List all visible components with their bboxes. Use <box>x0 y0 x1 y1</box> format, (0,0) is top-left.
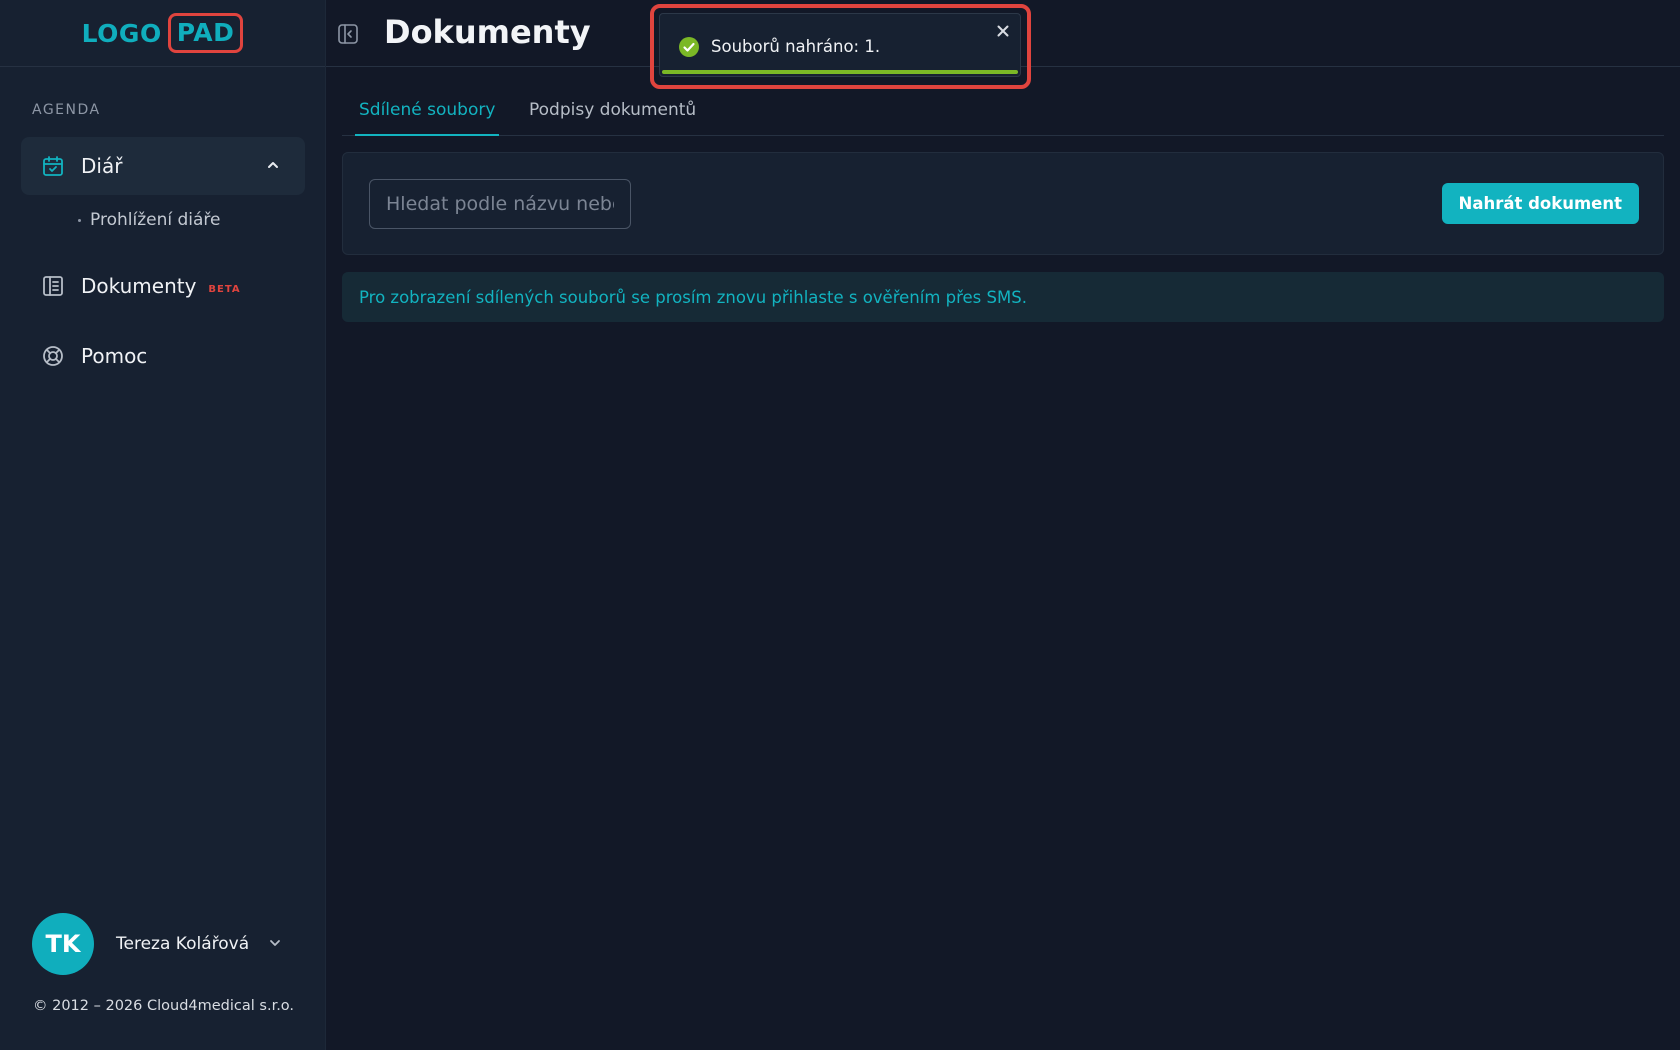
toast-notification: Souborů nahráno: 1. <box>659 13 1021 77</box>
sidebar-item-label: Pomoc <box>81 344 148 368</box>
search-card: Nahrát dokument <box>342 152 1664 255</box>
logo[interactable]: LOGO PAD <box>82 13 244 53</box>
sidebar: LOGO PAD AGENDA Diář Prohlížení diáře Do… <box>0 0 326 1050</box>
user-name: Tereza Kolářová <box>116 934 250 954</box>
toast-progress-bar <box>662 70 1018 74</box>
toast-message: Souborů nahráno: 1. <box>711 37 881 56</box>
search-input[interactable] <box>369 179 631 229</box>
calendar-check-icon <box>41 154 65 178</box>
sidebar-item-label: Dokumenty <box>81 274 197 298</box>
page-title: Dokumenty <box>384 13 591 51</box>
chevron-up-icon[interactable] <box>263 155 283 175</box>
logo-word: LOGO <box>81 18 162 48</box>
logo-bar: LOGO PAD <box>0 0 325 67</box>
sidebar-subitem-label: Prohlížení diáře <box>90 210 221 230</box>
logo-box: PAD <box>167 13 244 53</box>
copyright: © 2012 – 2026 Cloud4medical s.r.o. <box>33 998 295 1014</box>
sidebar-item-diar[interactable]: Diář <box>21 137 305 195</box>
sidebar-item-label: Diář <box>81 154 123 178</box>
close-icon[interactable] <box>994 22 1012 40</box>
app-root: LOGO PAD AGENDA Diář Prohlížení diáře Do… <box>0 0 1680 1050</box>
beta-badge: BETA <box>208 283 241 295</box>
info-banner: Pro zobrazení sdílených souborů se prosí… <box>342 272 1664 322</box>
upload-document-button[interactable]: Nahrát dokument <box>1441 183 1639 224</box>
tab-sdilene-soubory[interactable]: Sdílené soubory <box>355 100 500 136</box>
tab-podpisy-dokumentu[interactable]: Podpisy dokumentů <box>525 100 700 136</box>
bullet-dot-icon <box>78 218 81 222</box>
document-icon <box>41 274 65 298</box>
lifebuoy-icon <box>41 344 65 368</box>
sidebar-collapse-icon[interactable] <box>336 22 360 46</box>
sidebar-item-dokumenty[interactable]: Dokumenty BETA <box>21 257 305 315</box>
tabs: Sdílené soubory Podpisy dokumentů <box>342 90 1664 136</box>
sidebar-item-pomoc[interactable]: Pomoc <box>21 327 305 385</box>
sidebar-subitem-prohlizeni-diare[interactable]: Prohlížení diáře <box>78 210 220 230</box>
section-label-agenda: AGENDA <box>32 102 101 118</box>
check-circle-icon <box>678 36 700 58</box>
avatar: TK <box>32 913 94 975</box>
user-menu[interactable]: TK Tereza Kolářová <box>32 912 294 976</box>
chevron-down-icon[interactable] <box>266 934 284 952</box>
